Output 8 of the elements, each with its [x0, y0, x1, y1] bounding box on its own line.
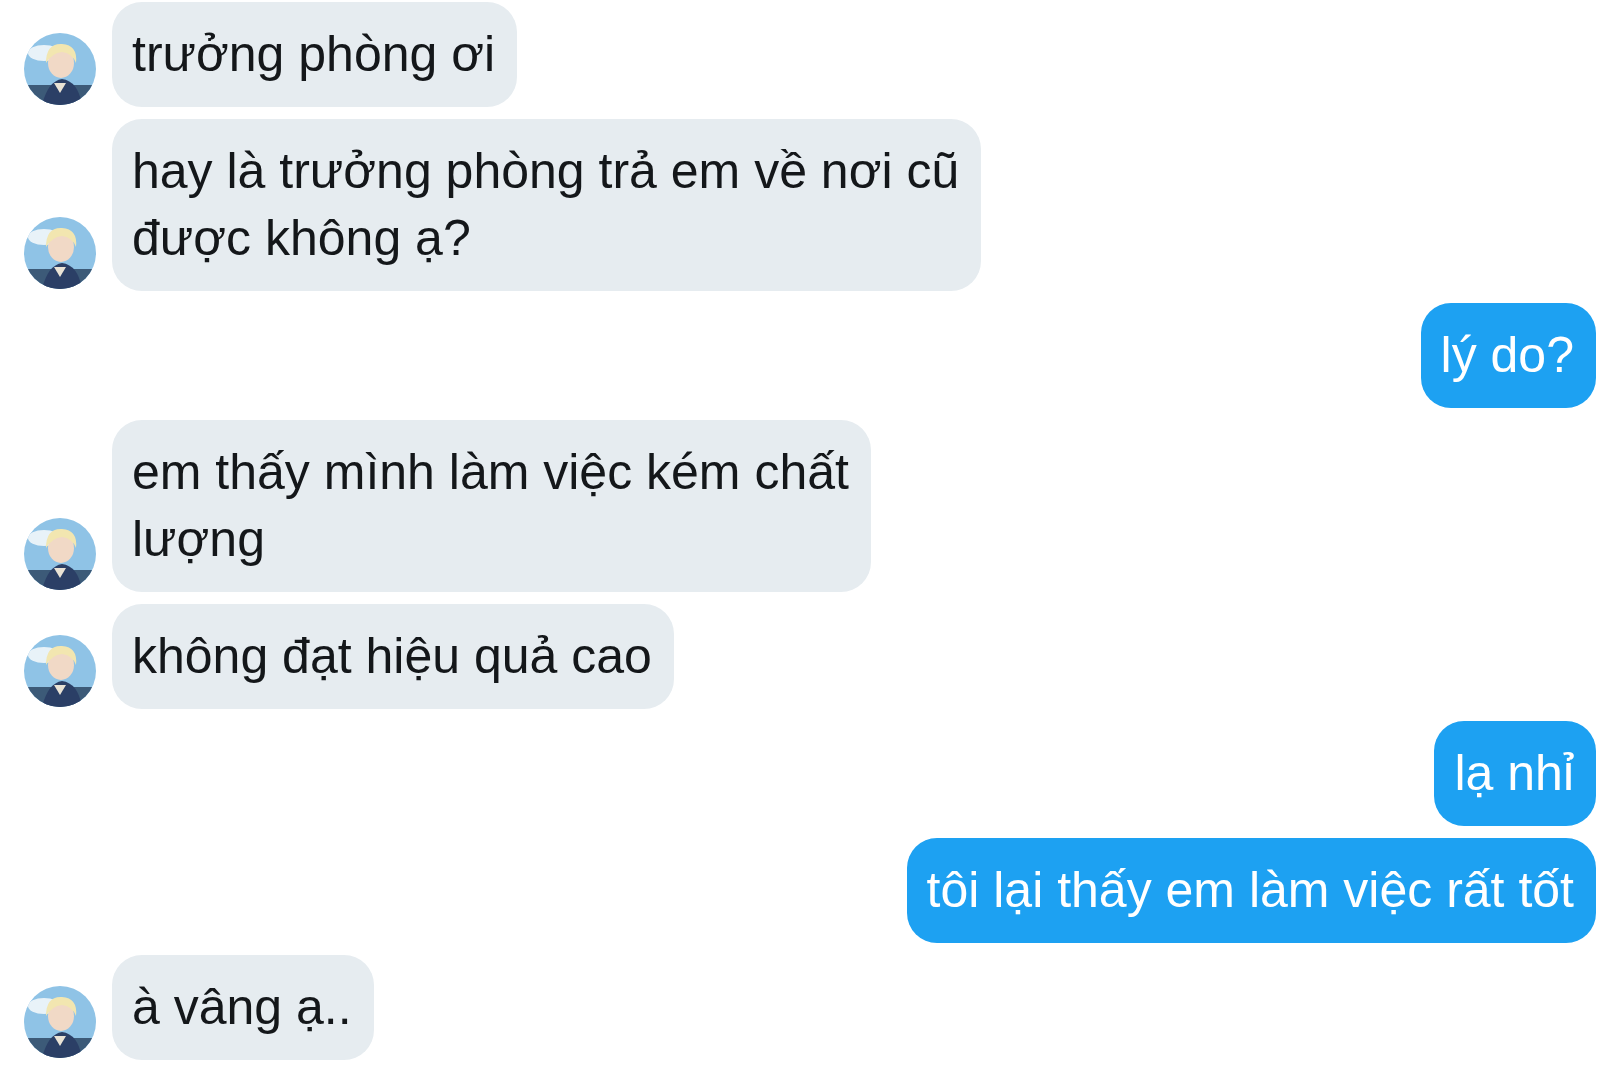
message-bubble: không đạt hiệu quả cao	[112, 604, 674, 709]
message-bubble: hay là trưởng phòng trả em về nơi cũ được không ạ?	[112, 119, 982, 291]
message-bubble: tôi lại thấy em làm việc rất tốt	[906, 838, 1596, 943]
message-bubble: à vâng ạ..	[112, 955, 374, 1060]
message-bubble: em thấy mình làm việc kém chất lượng	[112, 420, 871, 592]
message-bubble: lý do?	[1420, 303, 1596, 408]
message-bubble: lạ nhỉ	[1434, 721, 1596, 826]
message-bubble: trưởng phòng ơi	[112, 2, 518, 107]
